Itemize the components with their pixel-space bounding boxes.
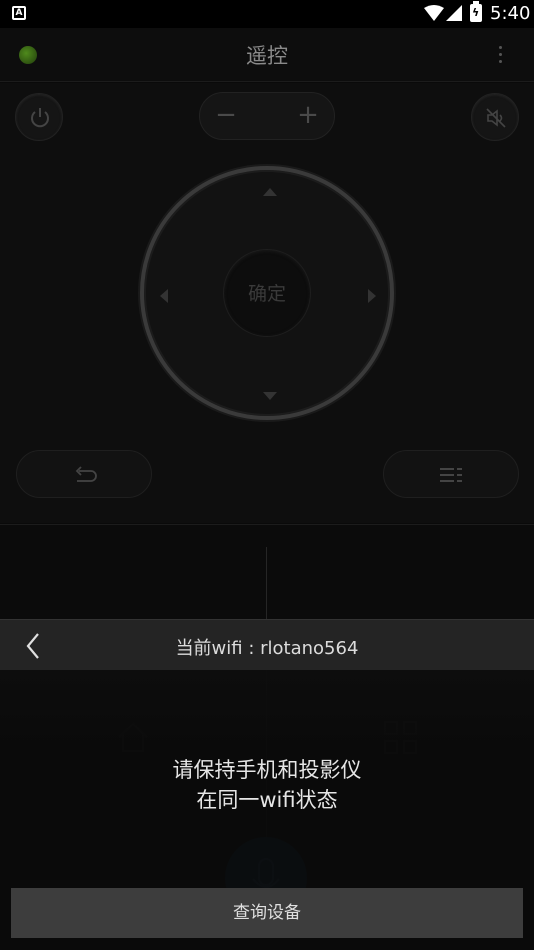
arrow-right-button[interactable]	[368, 289, 376, 303]
wifi-connect-sheet: 当前wifi : rlotano564 请保持手机和投影仪 在同一wifi状态 …	[0, 619, 534, 950]
ok-button[interactable]: 确定	[223, 249, 311, 337]
arrow-down-button[interactable]	[263, 392, 277, 400]
page-title: 遥控	[246, 44, 288, 68]
mute-button[interactable]	[471, 93, 519, 141]
return-icon	[75, 466, 97, 482]
clock: 5:40	[490, 3, 531, 24]
power-icon	[31, 108, 49, 128]
cell-signal-icon	[446, 5, 462, 21]
volume-down-button[interactable]: −	[214, 101, 238, 131]
search-device-button[interactable]: 查询设备	[11, 888, 523, 938]
current-wifi-label: 当前wifi : rlotano564	[175, 638, 359, 659]
power-button[interactable]	[15, 93, 63, 141]
battery-charging-icon: ϟ	[470, 1, 482, 22]
back-button[interactable]	[16, 450, 152, 498]
menu-button[interactable]	[383, 450, 519, 498]
wifi-icon	[424, 5, 444, 21]
volume-control: − +	[199, 92, 335, 140]
menu-icon	[440, 468, 462, 482]
overflow-menu-icon[interactable]	[492, 42, 508, 68]
wifi-header: 当前wifi : rlotano564	[0, 619, 534, 670]
volume-up-button[interactable]: +	[296, 101, 320, 131]
hint-line-2: 在同一wifi状态	[196, 788, 338, 812]
remote-control-panel: − + 确定	[0, 83, 534, 523]
same-wifi-hint: 请保持手机和投影仪 在同一wifi状态	[0, 755, 534, 815]
app-screen: 遥控 − + 确定 当前wifi: rlotano564 请保持手机和投影仪 …	[0, 28, 534, 950]
status-bar: A ϟ 5:40	[0, 0, 534, 28]
title-bar: 遥控	[0, 28, 534, 82]
hint-line-1: 请保持手机和投影仪	[172, 758, 362, 782]
arrow-left-button[interactable]	[160, 289, 168, 303]
mute-icon	[486, 108, 506, 128]
a-notification-icon: A	[12, 6, 26, 20]
direction-pad: 确定	[140, 166, 394, 420]
arrow-up-button[interactable]	[263, 188, 277, 196]
